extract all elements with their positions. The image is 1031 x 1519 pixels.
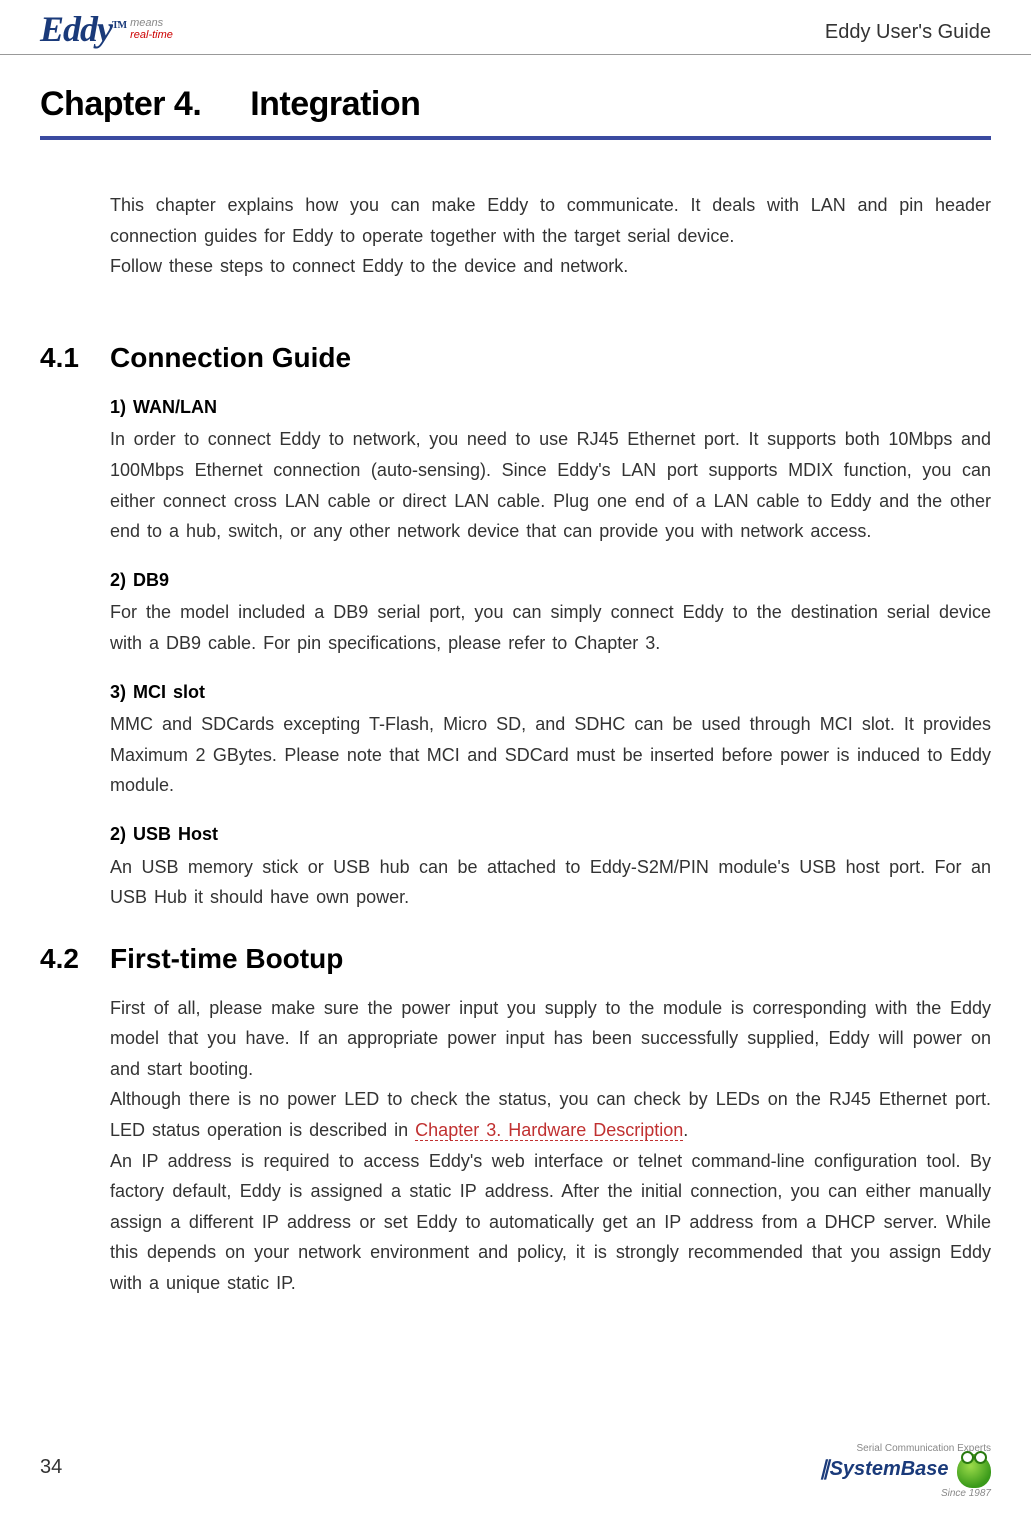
- chapter-title: Chapter 4. Integration: [40, 85, 991, 140]
- section-heading-4-2: 4.2 First-time Bootup: [40, 943, 991, 975]
- logo-sub-realtime: real-time: [130, 29, 173, 41]
- section-heading-4-1: 4.1 Connection Guide: [40, 342, 991, 374]
- section-number: 4.2: [40, 943, 110, 975]
- section-paragraph-1: First of all, please make sure the power…: [110, 993, 991, 1085]
- section-title: Connection Guide: [110, 342, 351, 374]
- page-content: Chapter 4. Integration This chapter expl…: [0, 55, 1031, 1299]
- paragraph-2-text-b: .: [683, 1120, 688, 1140]
- subsection-body-usb-host: An USB memory stick or USB hub can be at…: [110, 852, 991, 913]
- logo-text: EddyTM: [40, 8, 126, 50]
- section-title: First-time Bootup: [110, 943, 343, 975]
- page-header: EddyTM means real-time Eddy User's Guide: [0, 0, 1031, 55]
- section-number: 4.1: [40, 342, 110, 374]
- brand-logo: EddyTM means real-time: [40, 8, 173, 50]
- subsection-body-mci: MMC and SDCards excepting T-Flash, Micro…: [110, 709, 991, 801]
- chapter-number: Chapter 4.: [40, 85, 201, 123]
- section-paragraph-3: An IP address is required to access Eddy…: [110, 1146, 991, 1299]
- footer-since: Since 1987: [820, 1488, 991, 1499]
- page-number: 34: [40, 1456, 62, 1479]
- intro-paragraph-2: Follow these steps to connect Eddy to th…: [110, 251, 991, 282]
- document-title: Eddy User's Guide: [825, 21, 991, 50]
- subsection-title-mci: 3) MCI slot: [110, 677, 991, 708]
- footer-brand: ∥SystemBase: [820, 1458, 949, 1480]
- intro-paragraph-1: This chapter explains how you can make E…: [110, 190, 991, 251]
- subsection-title-usb-host: 2) USB Host: [110, 819, 991, 850]
- subsection-body-wan-lan: In order to connect Eddy to network, you…: [110, 424, 991, 546]
- chapter-intro: This chapter explains how you can make E…: [110, 190, 991, 282]
- section-body-4-2: First of all, please make sure the power…: [110, 993, 991, 1299]
- logo-sub-means: means: [130, 17, 163, 29]
- subsection-title-db9: 2) DB9: [110, 565, 991, 596]
- logo-word: Eddy: [40, 9, 112, 49]
- subsection-body-db9: For the model included a DB9 serial port…: [110, 597, 991, 658]
- section-4-1: 4.1 Connection Guide 1) WAN/LAN In order…: [40, 342, 991, 913]
- footer-brand-text: SystemBase: [830, 1458, 949, 1480]
- frog-icon: [957, 1454, 991, 1488]
- section-4-2: 4.2 First-time Bootup First of all, plea…: [40, 943, 991, 1299]
- logo-tm: TM: [112, 20, 126, 31]
- subsection-title-wan-lan: 1) WAN/LAN: [110, 392, 991, 423]
- section-body-4-1: 1) WAN/LAN In order to connect Eddy to n…: [110, 392, 991, 913]
- chapter-name: Integration: [250, 85, 420, 123]
- section-paragraph-2: Although there is no power LED to check …: [110, 1084, 991, 1145]
- footer-logo: Serial Communication Experts ∥SystemBase…: [820, 1443, 991, 1499]
- logo-subtitle: means real-time: [130, 17, 173, 41]
- link-chapter-3-hardware[interactable]: Chapter 3. Hardware Description: [415, 1120, 683, 1141]
